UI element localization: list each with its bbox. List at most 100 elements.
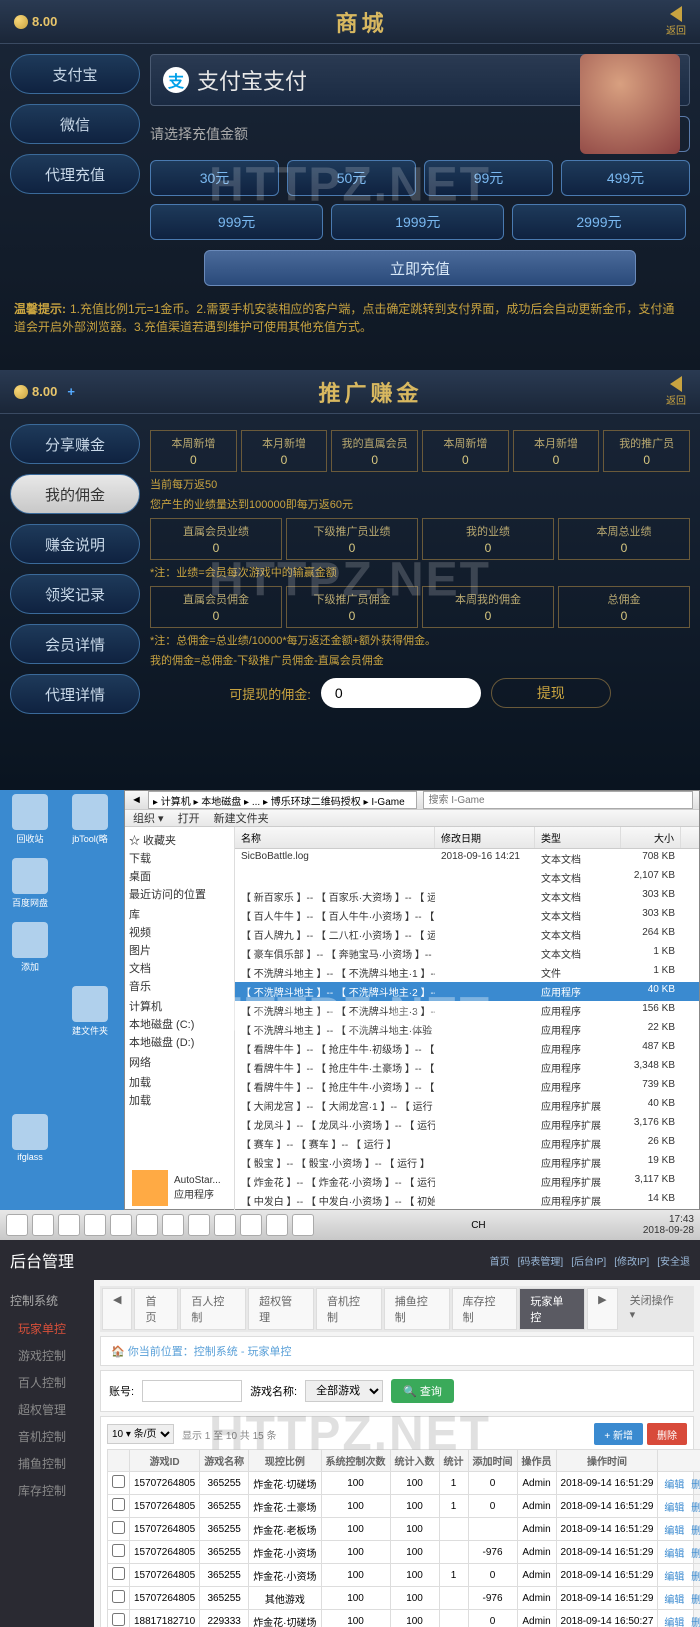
file-row[interactable]: 【 百人牛牛 】-- 【 百人牛牛·小资场 】-- 【 运行 】文本文档303 … <box>235 906 699 925</box>
clock: 17:432018-09-28 <box>643 1214 694 1236</box>
tree-item[interactable]: ☆ 收藏夹 <box>129 831 230 849</box>
amount-30[interactable]: 30元 <box>150 160 279 196</box>
side-game-control[interactable]: 游戏控制 <box>0 1342 94 1369</box>
file-list[interactable]: 名称修改日期类型大小 SicBoBattle.log2018-09-16 14:… <box>235 827 699 1210</box>
filter-search-button[interactable]: 🔍 查询 <box>391 1379 454 1403</box>
tree-item[interactable]: 网络 <box>129 1053 230 1071</box>
side-player-control[interactable]: 玩家单控 <box>0 1315 94 1342</box>
table-row[interactable]: 15707264805365255炸金花·土豪场10010010Admin201… <box>108 1495 700 1518</box>
recharge-submit-button[interactable]: 立即充值 <box>204 250 636 286</box>
tree-item[interactable]: 图片 <box>129 941 230 959</box>
desktop-icon[interactable]: 百度网盘 <box>4 858 56 909</box>
tab-explain[interactable]: 赚金说明 <box>10 524 140 564</box>
file-row[interactable]: 【 看牌牛牛 】-- 【 抢庄牛牛·土豪场 】-- 【 停止 】应用程序3,34… <box>235 1058 699 1077</box>
amount-2999[interactable]: 2999元 <box>512 204 685 240</box>
file-row[interactable]: 【 不洗牌斗地主 】-- 【 不洗牌斗地主·体验 】-- 【 运行 】应用程序2… <box>235 1020 699 1039</box>
desktop-icon[interactable]: ifglass <box>4 1114 56 1162</box>
desktop-icon[interactable]: 添加 <box>4 922 56 973</box>
tab-records[interactable]: 领奖记录 <box>10 574 140 614</box>
lang-indicator[interactable]: CH <box>471 1220 485 1231</box>
file-row[interactable]: SicBoBattle.log2018-09-16 14:21文本文档708 K… <box>235 849 699 868</box>
table-row[interactable]: 15707264805365255炸金花·小资场100100-976Admin2… <box>108 1541 700 1564</box>
desktop-icon[interactable]: 建文件夹 <box>64 986 116 1037</box>
amount-99[interactable]: 99元 <box>424 160 553 196</box>
delete-button[interactable]: 删除 <box>647 1423 687 1445</box>
tree-item[interactable]: 最近访问的位置 <box>129 885 230 903</box>
file-row[interactable]: 【 豪车俱乐部 】-- 【 奔驰宝马·小资场 】-- 【 运行 】文本文档1 K… <box>235 944 699 963</box>
filter-account-input[interactable] <box>142 1380 242 1402</box>
tool-newfolder[interactable]: 新建文件夹 <box>214 810 269 826</box>
tool-organize[interactable]: 组织 ▾ <box>133 810 164 826</box>
admin-top-links: 首页[码表管理][后台IP][修改IP][安全退 <box>482 1253 690 1268</box>
tree-item[interactable]: 加载 <box>129 1073 230 1091</box>
file-row[interactable]: 文本文档2,107 KB <box>235 868 699 887</box>
withdraw-input[interactable] <box>321 678 481 708</box>
file-row[interactable]: 【 骰宝 】-- 【 骰宝·小资场 】-- 【 运行 】应用程序扩展19 KB <box>235 1153 699 1172</box>
tab-wechat[interactable]: 微信 <box>10 104 140 144</box>
table-row[interactable]: 15707264805365255其他游戏100100-976Admin2018… <box>108 1587 700 1610</box>
side-slot-control[interactable]: 音机控制 <box>0 1423 94 1450</box>
tree-item[interactable]: 本地磁盘 (D:) <box>129 1033 230 1051</box>
tab-alipay[interactable]: 支付宝 <box>10 54 140 94</box>
file-row[interactable]: 【 不洗牌斗地主 】-- 【 不洗牌斗地主·2 】-- 【 运行 】应用程序40… <box>235 982 699 1001</box>
file-row[interactable]: 【 百人牌九 】-- 【 二八杠·小资场 】-- 【 运行 】文本文档264 K… <box>235 925 699 944</box>
tree-item[interactable]: 文档 <box>129 959 230 977</box>
explorer-window[interactable]: ◄ 组织 ▾ 打开 新建文件夹 ☆ 收藏夹 下载 桌面 最近访问的位置库 视频 … <box>124 790 700 1210</box>
tab-player-control[interactable]: 玩家单控 <box>519 1288 585 1330</box>
tab-share[interactable]: 分享赚金 <box>10 424 140 464</box>
file-row[interactable]: 【 炸金花 】-- 【 炸金花·小资场 】-- 【 运行 】应用程序扩展3,11… <box>235 1172 699 1191</box>
table-row[interactable]: 15707264805365255炸金花·小资场10010010Admin201… <box>108 1564 700 1587</box>
address-bar[interactable] <box>148 791 418 809</box>
tree-item[interactable]: 计算机 <box>129 997 230 1015</box>
desktop-icon[interactable]: 回收站 <box>4 794 56 845</box>
add-button[interactable]: + 新增 <box>594 1423 643 1445</box>
page-size-select[interactable]: 10 ▾ 条/页 <box>107 1424 174 1444</box>
start-button[interactable] <box>6 1214 28 1236</box>
amount-1999[interactable]: 1999元 <box>331 204 504 240</box>
file-row[interactable]: 【 看牌牛牛 】-- 【 抢庄牛牛·初级场 】-- 【 运行 】应用程序487 … <box>235 1039 699 1058</box>
tab-agent[interactable]: 代理充值 <box>10 154 140 194</box>
tree-item[interactable]: 加载 <box>129 1091 230 1109</box>
file-row[interactable]: 【 不洗牌斗地主 】-- 【 不洗牌斗地主·3 】-- 【 运行 】应用程序15… <box>235 1001 699 1020</box>
side-fish-control[interactable]: 捕鱼控制 <box>0 1450 94 1477</box>
table-row[interactable]: 15707264805365255炸金花·老板场100100Admin2018-… <box>108 1518 700 1541</box>
back-button[interactable]: 返回 <box>666 376 686 407</box>
desktop-icon[interactable]: jbTool(略 <box>64 794 116 845</box>
side-stock-control[interactable]: 库存控制 <box>0 1477 94 1504</box>
table-row[interactable]: 15707264805365255炸金花·切磋场10010010Admin201… <box>108 1472 700 1495</box>
shop-header: 8.00 商城 返回 <box>0 0 700 44</box>
tree-item[interactable]: 桌面 <box>129 867 230 885</box>
tab-members[interactable]: 会员详情 <box>10 624 140 664</box>
file-row[interactable]: 【 大闹龙宫 】-- 【 大闹龙宫·1 】-- 【 运行 】应用程序扩展40 K… <box>235 1096 699 1115</box>
file-row[interactable]: 【 赛车 】-- 【 赛车 】-- 【 运行 】应用程序扩展26 KB <box>235 1134 699 1153</box>
tree-item[interactable]: 本地磁盘 (C:) <box>129 1015 230 1033</box>
table-row[interactable]: 18817182710229333炸金花·切磋场1001000Admin2018… <box>108 1610 700 1627</box>
tree-item[interactable]: 视频 <box>129 923 230 941</box>
tree-item[interactable]: 下载 <box>129 849 230 867</box>
amount-50[interactable]: 50元 <box>287 160 416 196</box>
tool-open[interactable]: 打开 <box>178 810 200 826</box>
taskbar[interactable]: CH 17:432018-09-28 <box>0 1210 700 1240</box>
tab-agents[interactable]: 代理详情 <box>10 674 140 714</box>
promo-tabs: 分享赚金 我的佣金 赚金说明 领奖记录 会员详情 代理详情 <box>10 424 140 714</box>
close-tabs[interactable]: 关闭操作 ▾ <box>620 1288 692 1330</box>
file-row[interactable]: 【 新百家乐 】-- 【 百家乐·大资场 】-- 【 运行 】文本文档303 K… <box>235 887 699 906</box>
nav-tree[interactable]: ☆ 收藏夹 下载 桌面 最近访问的位置库 视频 图片 文档 音乐计算机 本地磁盘… <box>125 827 235 1210</box>
file-row[interactable]: 【 中发白 】-- 【 中发白·小资场 】-- 【 初始化 】应用程序扩展14 … <box>235 1191 699 1210</box>
tree-item[interactable]: 音乐 <box>129 977 230 995</box>
side-priv-mgmt[interactable]: 超权管理 <box>0 1396 94 1423</box>
file-row[interactable]: 【 龙凤斗 】-- 【 龙凤斗·小资场 】-- 【 运行 】应用程序扩展3,17… <box>235 1115 699 1134</box>
side-bairen-control[interactable]: 百人控制 <box>0 1369 94 1396</box>
withdraw-button[interactable]: 提现 <box>491 678 611 708</box>
amount-999[interactable]: 999元 <box>150 204 323 240</box>
amount-499[interactable]: 499元 <box>561 160 690 196</box>
file-row[interactable]: 【 不洗牌斗地主 】-- 【 不洗牌斗地主·1 】-- 【 运行 】文件1 KB <box>235 963 699 982</box>
nav-back-icon[interactable]: ◄ <box>131 794 142 806</box>
back-button[interactable]: 返回 <box>666 6 686 37</box>
tree-item[interactable]: 库 <box>129 905 230 923</box>
filter-game-select[interactable]: 全部游戏 <box>305 1380 383 1402</box>
file-row[interactable]: 【 看牌牛牛 】-- 【 抢庄牛牛·小资场 】-- 【 运行 】应用程序739 … <box>235 1077 699 1096</box>
tab-home[interactable]: 首页 <box>134 1288 178 1330</box>
search-input[interactable] <box>423 791 693 809</box>
tab-commission[interactable]: 我的佣金 <box>10 474 140 514</box>
